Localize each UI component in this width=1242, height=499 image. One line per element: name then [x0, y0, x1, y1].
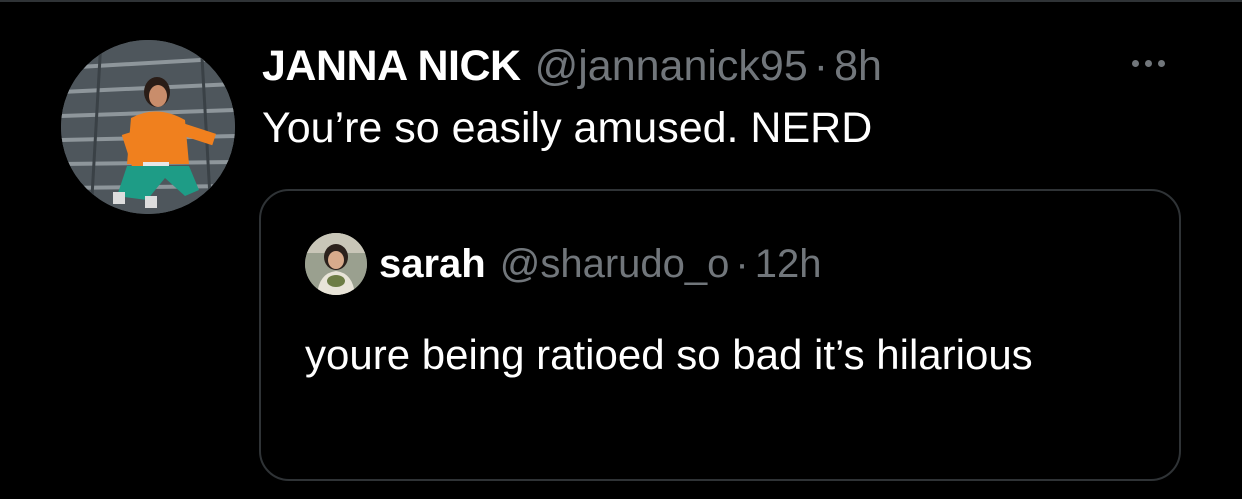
quoted-tweet-header: sarah @sharudo_o · 12h — [305, 233, 821, 295]
more-options-icon[interactable] — [1118, 46, 1178, 80]
tweet[interactable]: JANNA NICK @jannanick95 · 8h You’re so e… — [0, 0, 1242, 499]
tweet-timestamp[interactable]: 8h — [834, 42, 882, 91]
more-dot — [1157, 59, 1165, 67]
quoted-tweet[interactable]: sarah @sharudo_o · 12h youre being ratio… — [259, 189, 1181, 481]
tweet-header: JANNA NICK @jannanick95 · 8h — [262, 38, 882, 94]
quoted-tweet-timestamp[interactable]: 12h — [755, 242, 822, 287]
header-separator: · — [813, 41, 829, 90]
author-avatar-image — [61, 40, 235, 214]
quoted-author-avatar[interactable] — [305, 233, 367, 295]
quoted-header-separator: · — [735, 241, 749, 286]
tweet-text: You’re so easily amused. NERD — [262, 104, 873, 152]
quoted-tweet-text: youre being ratioed so bad it’s hilariou… — [305, 331, 1033, 378]
author-avatar[interactable] — [61, 40, 235, 214]
more-dot — [1131, 59, 1139, 67]
quoted-author-avatar-image — [305, 233, 367, 295]
quoted-author-handle[interactable]: @sharudo_o — [500, 242, 730, 287]
more-dot — [1144, 59, 1152, 67]
author-handle[interactable]: @jannanick95 — [535, 42, 808, 91]
author-display-name[interactable]: JANNA NICK — [262, 42, 521, 91]
quoted-author-display-name[interactable]: sarah — [379, 242, 486, 287]
